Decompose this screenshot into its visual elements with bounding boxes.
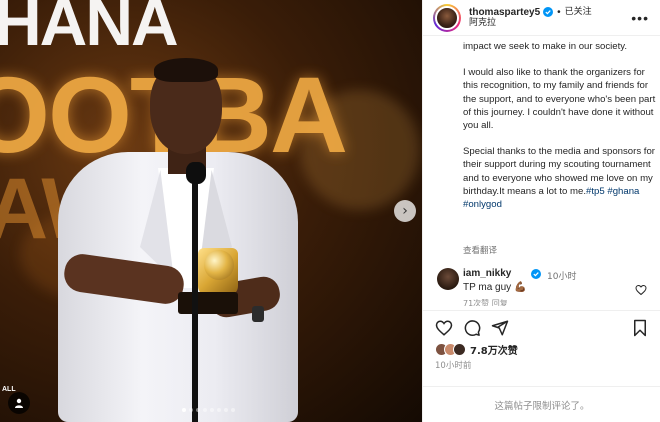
- hashtag-link[interactable]: #tp5: [586, 186, 605, 197]
- bookmark-icon[interactable]: [631, 319, 649, 337]
- carousel-dot: [196, 408, 200, 412]
- carousel-dot: [210, 408, 214, 412]
- post-caption: impact we seek to make in our society. I…: [463, 40, 657, 224]
- carousel-dot: [182, 408, 186, 412]
- post-image[interactable]: HANA OOTBA AW R ALL ›: [0, 0, 422, 422]
- post-timestamp: 10小时前: [435, 361, 472, 371]
- post-action-bar: [423, 310, 660, 344]
- share-icon[interactable]: [491, 319, 509, 337]
- see-translation-link[interactable]: 查看翻译: [463, 244, 497, 256]
- heart-icon[interactable]: [635, 284, 647, 296]
- post-header-line: thomaspartey5 • 已关注: [469, 7, 592, 19]
- following-button[interactable]: 已关注: [565, 7, 592, 17]
- carousel-next-button[interactable]: ›: [394, 200, 416, 222]
- verified-badge-icon: [531, 269, 541, 279]
- comment-text: TP ma guy 💪🏾: [463, 282, 527, 293]
- caption-paragraph: Special thanks to the media and sponsors…: [463, 145, 657, 211]
- person-icon: [15, 398, 23, 408]
- carousel-dot: [203, 408, 207, 412]
- post-header-text: thomaspartey5 • 已关注 阿克拉: [469, 7, 592, 29]
- wristwatch: [252, 306, 264, 322]
- commenter-username[interactable]: iam_nikky: [463, 268, 511, 279]
- liker-avatar: [453, 343, 466, 356]
- carousel-dot: [231, 408, 235, 412]
- trophy-base: [178, 292, 238, 314]
- verified-badge-icon: [543, 7, 554, 18]
- comment-limit-bar: 这篇帖子限制评论了。: [423, 386, 660, 422]
- tagged-users-button[interactable]: [8, 392, 30, 414]
- more-options-icon[interactable]: •••: [631, 10, 649, 26]
- likes-summary[interactable]: 7.8万次赞: [435, 342, 518, 357]
- carousel-dot: [189, 408, 193, 412]
- heart-icon[interactable]: [435, 319, 453, 337]
- comments-limited-notice: 这篇帖子限制评论了。: [494, 400, 590, 412]
- award-winner-figure: [0, 0, 422, 422]
- hashtag-link[interactable]: #ghana: [607, 186, 639, 197]
- comment-time: 10小时: [547, 272, 577, 282]
- separator-dot: •: [557, 6, 561, 18]
- hair: [154, 58, 218, 82]
- carousel-indicator: [182, 408, 235, 412]
- avatar-image: [435, 5, 459, 30]
- location-link[interactable]: 阿克拉: [469, 18, 592, 28]
- comment-meta[interactable]: 71次赞 回复: [463, 298, 508, 306]
- carousel-dot: [217, 408, 221, 412]
- comment-icon[interactable]: [463, 319, 481, 337]
- post-side-panel: thomaspartey5 • 已关注 阿克拉 ••• impact we se…: [422, 0, 660, 422]
- caption-paragraph: I would also like to thank the organizer…: [463, 67, 656, 132]
- carousel-dot: [224, 408, 228, 412]
- commenter-avatar[interactable]: [437, 268, 459, 290]
- trophy-ball: [204, 250, 234, 280]
- hashtag-link[interactable]: #onlygod: [463, 199, 502, 210]
- avatar[interactable]: [433, 3, 461, 32]
- microphone: [186, 162, 206, 184]
- likes-count[interactable]: 7.8万次赞: [470, 342, 518, 357]
- microphone-stand: [192, 176, 198, 422]
- chevron-right-icon: ›: [402, 203, 408, 219]
- post-header: thomaspartey5 • 已关注 阿克拉 •••: [423, 0, 660, 36]
- username-link[interactable]: thomaspartey5: [469, 7, 540, 19]
- caption-paragraph: impact we seek to make in our society.: [463, 41, 628, 52]
